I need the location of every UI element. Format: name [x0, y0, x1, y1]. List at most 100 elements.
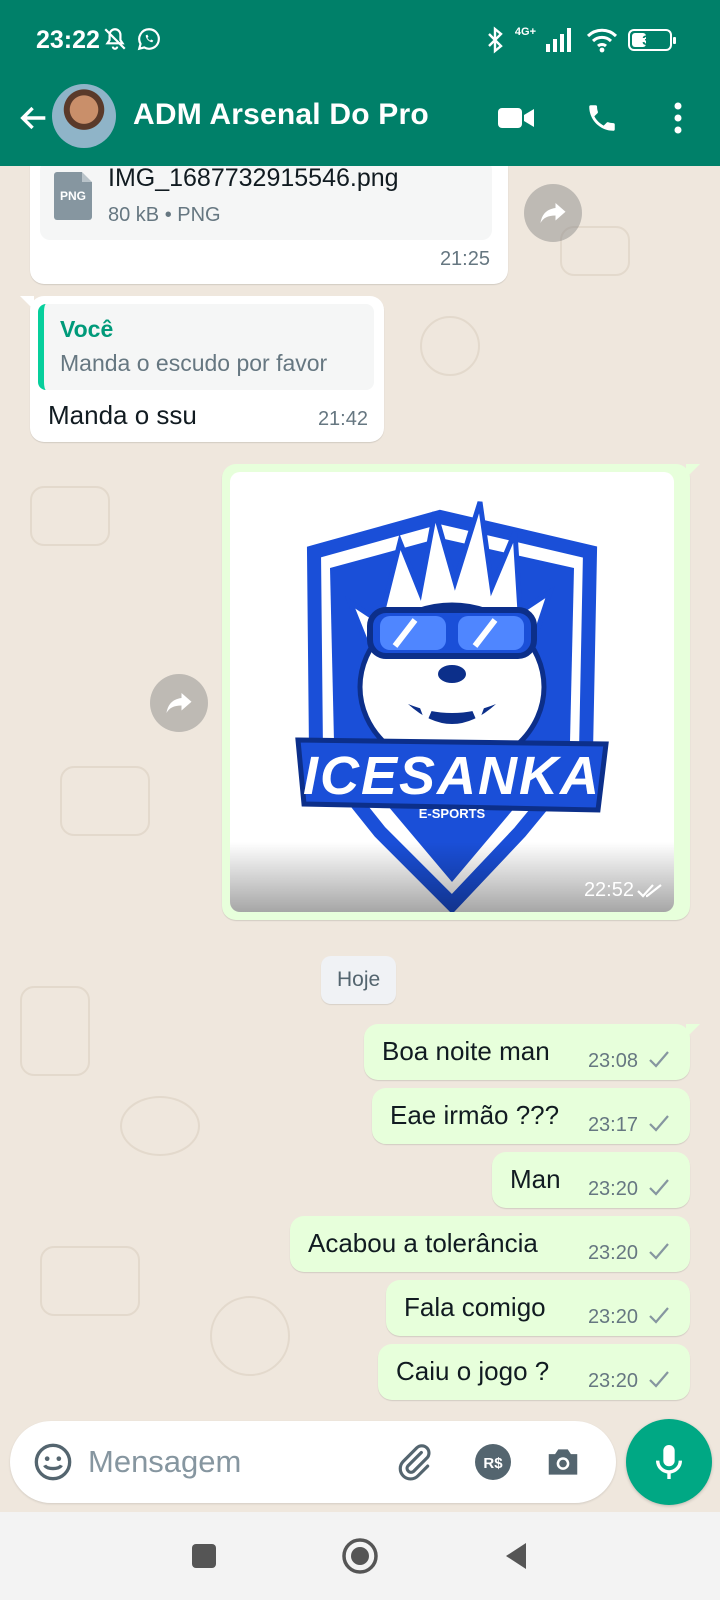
bubble-tail	[686, 464, 700, 478]
read-receipt-icon	[637, 884, 662, 898]
message-input[interactable]	[88, 1441, 368, 1483]
file-message[interactable]: PNG IMG_1687732915546.png 80 kB • PNG 21…	[30, 166, 508, 284]
attach-icon	[398, 1444, 431, 1481]
forward-icon	[166, 693, 192, 713]
message-text: Man	[510, 1164, 561, 1194]
status-left-icons	[102, 26, 162, 52]
home-icon	[342, 1538, 378, 1574]
sent-tick-icon	[649, 1051, 669, 1068]
message-text: Fala comigo	[404, 1292, 546, 1322]
phone-icon	[589, 105, 615, 131]
message-time: 23:20	[587, 1370, 638, 1392]
sent-tick-icon	[649, 1243, 669, 1260]
chat-header: ADM Arsenal Do Pro	[0, 80, 720, 166]
message-time: 23:08	[587, 1050, 638, 1072]
bluetooth-icon	[488, 26, 503, 54]
forward-button[interactable]	[524, 184, 582, 242]
video-call-icon	[498, 108, 534, 128]
wallpaper-doodle	[40, 1246, 140, 1316]
status-right-icons: 4G+ 39	[485, 26, 676, 54]
image-attachment[interactable]: ICESANKA E-SPORTS 22:52	[230, 472, 674, 912]
reply-message[interactable]: Você Manda o escudo por favor Manda o ss…	[20, 296, 384, 442]
forward-icon	[540, 203, 566, 223]
message-time: 23:17	[587, 1114, 638, 1136]
wallpaper-doodle	[210, 1296, 290, 1376]
payment-icon: R$	[475, 1444, 511, 1480]
system-nav-bar	[0, 1512, 720, 1600]
message-time: 22:52	[583, 879, 634, 901]
outgoing-message[interactable]: Acabou a tolerância 23:20	[290, 1216, 690, 1272]
recents-button[interactable]	[180, 1532, 228, 1580]
wifi-icon	[586, 28, 618, 53]
status-time: 23:22	[36, 26, 100, 54]
bubble-tail	[20, 296, 34, 310]
date-separator-label: Hoje	[337, 968, 381, 991]
chat-area[interactable]: PNG IMG_1687732915546.png 80 kB • PNG 21…	[0, 166, 720, 1412]
camera-button[interactable]	[542, 1441, 584, 1483]
payment-button[interactable]: R$	[472, 1441, 514, 1483]
muted-bell-icon	[104, 28, 126, 50]
attach-button[interactable]	[394, 1441, 436, 1483]
home-button[interactable]	[336, 1532, 384, 1580]
outgoing-message[interactable]: Eae irmão ??? 23:17	[372, 1088, 690, 1144]
contact-avatar[interactable]	[52, 84, 116, 148]
image-message[interactable]: ICESANKA E-SPORTS 22:52	[222, 464, 700, 920]
message-composer: R$	[10, 1421, 616, 1503]
more-options-button[interactable]	[656, 96, 700, 140]
whatsapp-icon	[137, 28, 160, 51]
forward-button[interactable]	[150, 674, 208, 732]
signal-icon	[546, 28, 571, 52]
emoji-button[interactable]	[32, 1441, 74, 1483]
file-icon-label: PNG	[59, 189, 86, 203]
wallpaper-doodle	[30, 486, 110, 546]
video-call-button[interactable]	[494, 96, 538, 140]
voice-message-button[interactable]	[626, 1419, 712, 1505]
network-type: 4G+	[514, 26, 536, 38]
sent-tick-icon	[649, 1307, 669, 1324]
bubble-tail	[686, 1024, 700, 1038]
message-text: Manda o ssu	[48, 400, 197, 430]
message-text: Eae irmão ???	[390, 1100, 560, 1130]
message-time: 23:20	[587, 1306, 638, 1328]
sent-tick-icon	[649, 1371, 669, 1388]
file-name: IMG_1687732915546.png	[108, 166, 399, 192]
wallpaper-doodle	[60, 766, 150, 836]
wallpaper-doodle	[20, 986, 90, 1076]
file-attachment[interactable]: PNG IMG_1687732915546.png 80 kB • PNG	[40, 166, 492, 240]
back-arrow-icon	[20, 106, 46, 130]
outgoing-message[interactable]: Boa noite man 23:08	[364, 1024, 700, 1080]
file-meta: 80 kB • PNG	[108, 204, 221, 226]
message-time: 23:20	[587, 1178, 638, 1200]
recents-icon	[192, 1544, 216, 1568]
back-icon	[506, 1543, 526, 1569]
voice-call-button[interactable]	[580, 96, 624, 140]
outgoing-message[interactable]: Man 23:20	[492, 1152, 690, 1208]
wallpaper-doodle	[120, 1096, 200, 1156]
mic-icon	[655, 1445, 683, 1479]
battery-level: 39	[642, 32, 658, 48]
message-time: 21:42	[317, 408, 368, 430]
quote-text: Manda o escudo por favor	[60, 350, 328, 376]
quote-author: Você	[60, 316, 114, 342]
message-time: 23:20	[587, 1242, 638, 1264]
wallpaper-doodle	[420, 316, 480, 376]
logo-subtext: E-SPORTS	[419, 806, 486, 821]
back-button[interactable]	[12, 96, 56, 140]
png-file-icon: PNG	[54, 172, 92, 220]
back-nav-button[interactable]	[492, 1532, 540, 1580]
message-text: Boa noite man	[382, 1036, 550, 1066]
logo-text: ICESANKA	[303, 746, 601, 806]
quoted-message[interactable]: Você Manda o escudo por favor	[38, 304, 374, 390]
battery-indicator: 39	[628, 29, 676, 51]
camera-icon	[548, 1449, 578, 1475]
sent-tick-icon	[649, 1179, 669, 1196]
outgoing-message[interactable]: Fala comigo 23:20	[386, 1280, 690, 1336]
sent-tick-icon	[649, 1115, 669, 1132]
outgoing-message[interactable]: Caiu o jogo ? 23:20	[378, 1344, 690, 1400]
message-text: Caiu o jogo ?	[396, 1356, 550, 1386]
message-text: Acabou a tolerância	[308, 1228, 538, 1258]
status-bar: 23:22 4G+ 39	[0, 0, 720, 80]
message-time: 21:25	[439, 248, 490, 270]
contact-name[interactable]: ADM Arsenal Do Pro	[133, 98, 429, 132]
date-separator: Hoje	[321, 956, 397, 1004]
